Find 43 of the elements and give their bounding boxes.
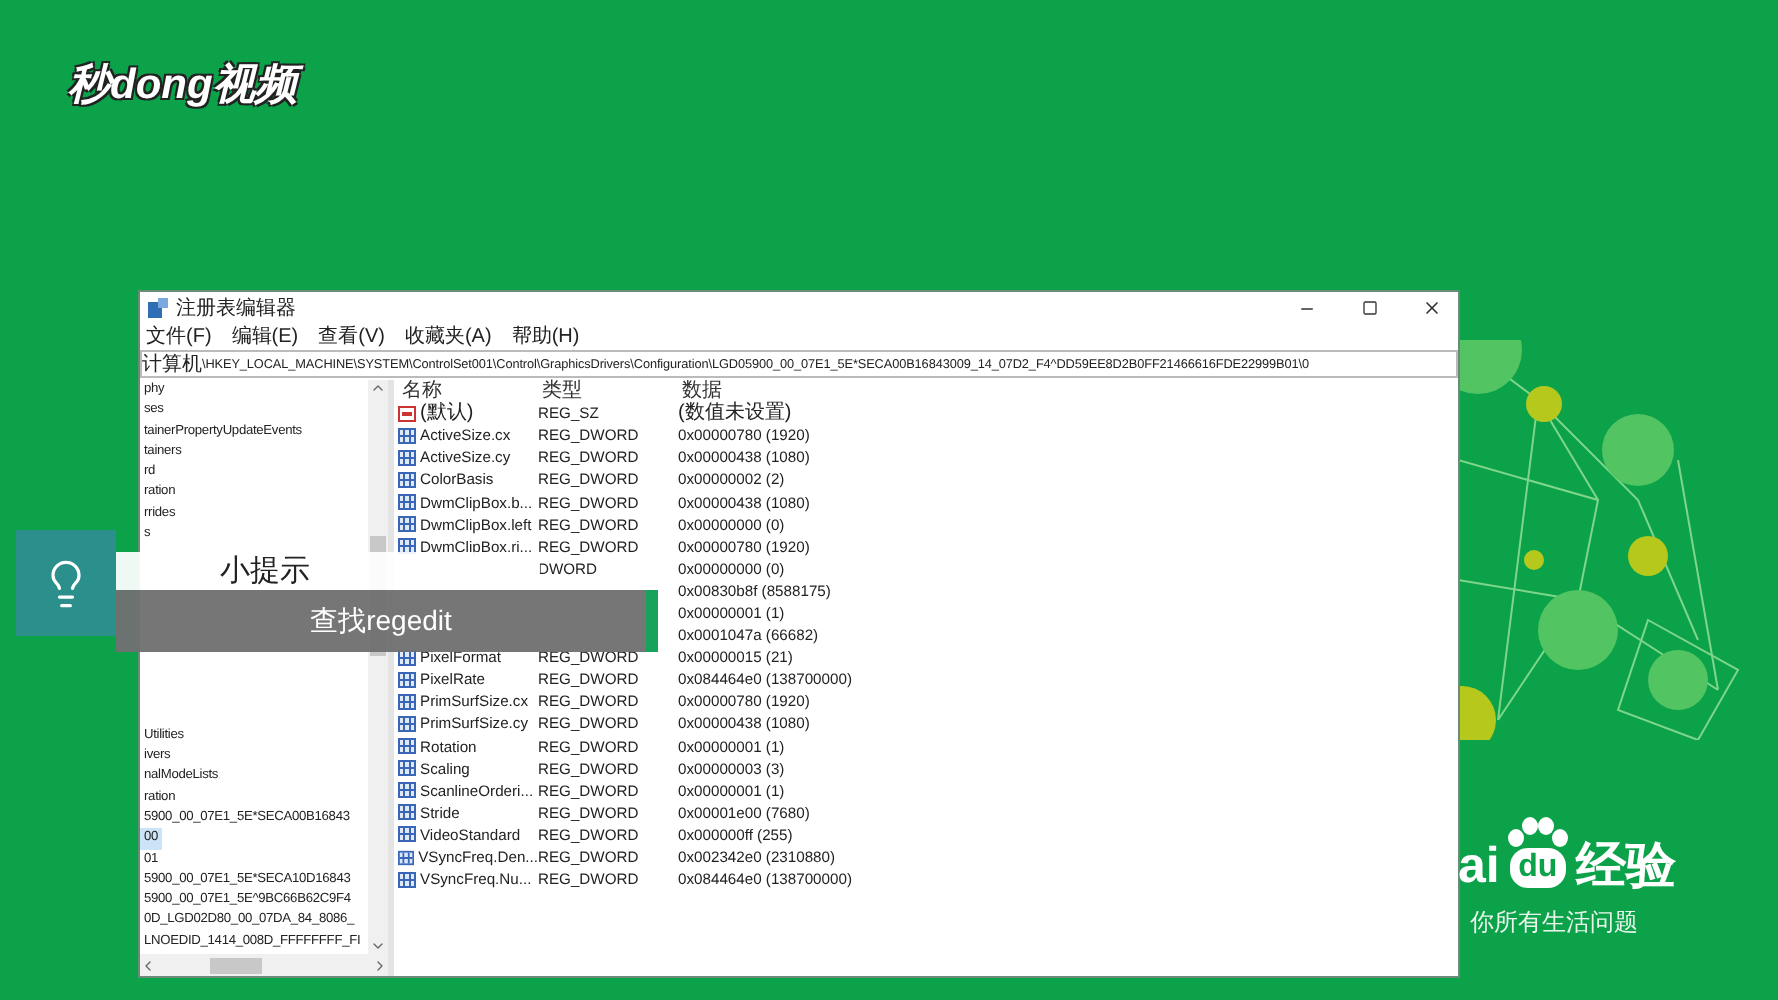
binary-value-icon (398, 849, 415, 866)
binary-value-icon (398, 427, 416, 444)
window-title: 注册表编辑器 (176, 295, 298, 322)
binary-value-icon (398, 449, 416, 466)
value-name: (默认) (420, 402, 474, 425)
brand-logo-text: 经验 (1575, 838, 1676, 894)
menu-item[interactable]: 帮助(H) (511, 325, 580, 349)
binary-value-icon (398, 715, 416, 732)
binary-value-icon (398, 782, 416, 799)
binary-value-icon (398, 760, 416, 777)
address-root: 计算机 (142, 353, 202, 375)
brand-logo-text: ai (1458, 838, 1500, 894)
binary-value-icon (398, 738, 416, 755)
binary-value-icon (398, 471, 416, 488)
binary-value-icon (398, 494, 416, 511)
menu-item[interactable]: 编辑(E) (231, 325, 299, 349)
binary-value-icon (398, 516, 416, 533)
binary-value-icon (398, 538, 416, 555)
binary-value-icon (398, 671, 416, 688)
tip-text: 查找regedit (310, 603, 452, 639)
slogan: 你所有生活问题 (1468, 906, 1640, 940)
binary-value-icon (398, 826, 416, 843)
binary-value-icon (398, 804, 416, 821)
paw-icon (1503, 816, 1572, 848)
brand-logo-mark: du (1510, 848, 1566, 888)
binary-value-icon (398, 871, 416, 888)
column-header[interactable]: 类型 (538, 380, 678, 403)
maximize-icon[interactable] (1361, 300, 1377, 316)
column-header[interactable]: 名称 (398, 380, 538, 403)
menu-item[interactable]: 文件(F) (146, 325, 212, 349)
scroll-up-icon[interactable] (370, 380, 386, 396)
binary-value-icon (398, 693, 416, 710)
value-data: (数值未设置) (678, 402, 794, 425)
menu-item[interactable]: 查看(V) (318, 325, 385, 349)
horizontal-scrollbar[interactable] (140, 954, 388, 976)
column-header[interactable]: 数据 (678, 380, 1458, 403)
string-value-icon (398, 405, 416, 422)
menu-item[interactable]: 收藏夹(A) (404, 325, 492, 349)
app-icon (148, 298, 168, 318)
close-icon[interactable] (1421, 298, 1441, 318)
scroll-left-icon[interactable] (140, 957, 156, 973)
scrollbar-thumb[interactable] (210, 957, 263, 973)
tip-heading: 小提示 (220, 552, 310, 590)
